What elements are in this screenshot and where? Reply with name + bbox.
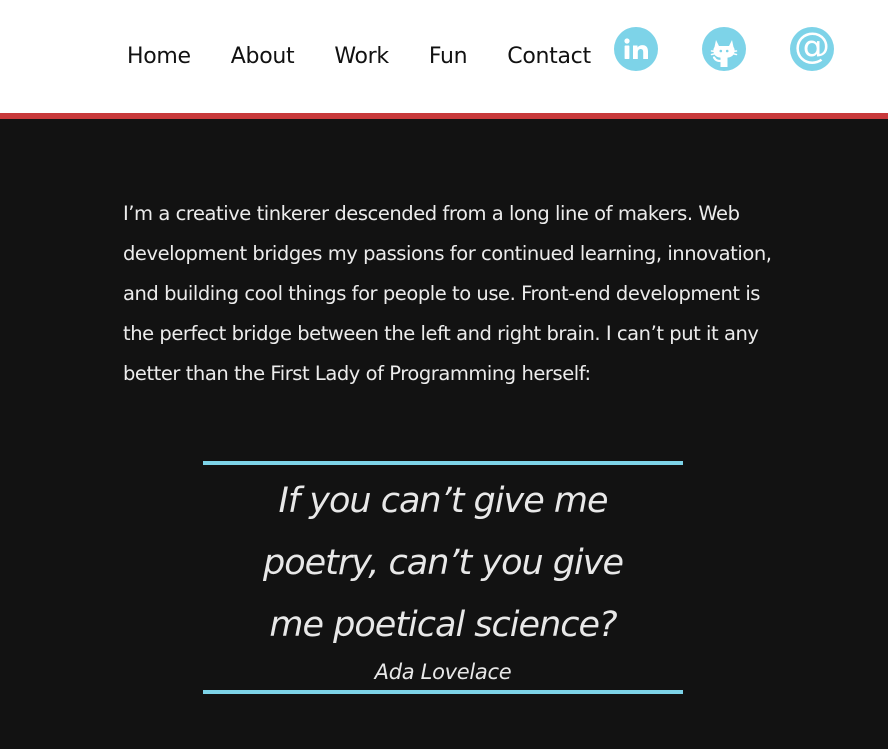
main-nav: Home About Work Fun Contact (127, 40, 591, 74)
linkedin-button[interactable] (614, 27, 658, 71)
about-intro-text: I’m a creative tinkerer descended from a… (123, 202, 772, 385)
github-icon (710, 40, 738, 67)
email-button[interactable]: @ (790, 27, 834, 71)
header-divider (0, 113, 888, 119)
github-button[interactable] (702, 27, 746, 71)
quote-text: If you can’t give me poetry, can’t you g… (263, 481, 624, 645)
quote-author: Ada Lovelace (374, 660, 512, 684)
nav-home-link[interactable]: Home (127, 40, 191, 74)
nav-fun-link[interactable]: Fun (429, 40, 468, 74)
linkedin-icon (624, 38, 648, 59)
nav-work-link[interactable]: Work (334, 40, 389, 74)
site-header: Home About Work Fun Contact @ (0, 0, 888, 113)
nav-contact-link[interactable]: Contact (507, 40, 591, 74)
ada-lovelace-quote: If you can’t give me poetry, can’t you g… (203, 461, 683, 694)
email-icon: @ (794, 29, 830, 67)
svg-text:@: @ (794, 29, 830, 67)
nav-about-link[interactable]: About (231, 40, 295, 74)
